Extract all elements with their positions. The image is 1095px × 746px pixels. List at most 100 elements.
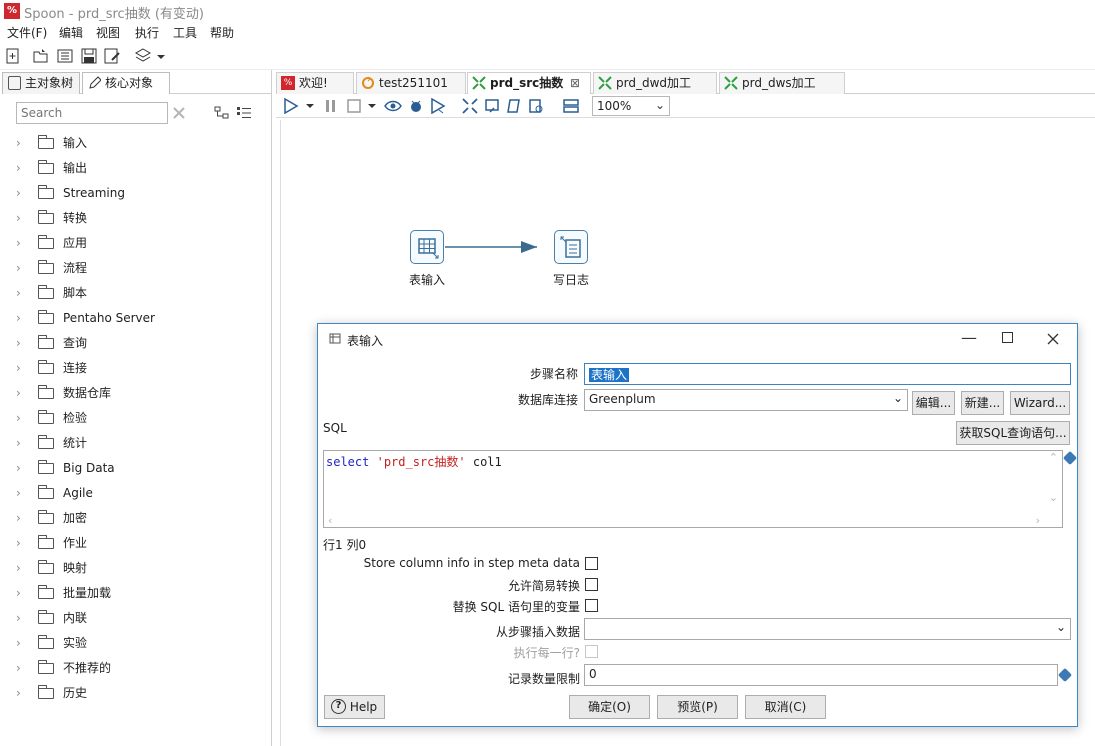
explore-repository-icon[interactable] [56, 47, 74, 65]
chevron-right-icon[interactable]: › [16, 333, 21, 353]
chevron-right-icon[interactable]: › [16, 133, 21, 153]
search-input[interactable] [16, 102, 168, 124]
layers-dropdown-icon[interactable] [156, 47, 166, 65]
chevron-right-icon[interactable]: › [16, 608, 21, 628]
tree-folder-item[interactable]: › 应用 [16, 233, 256, 253]
tree-folder-item[interactable]: › 内联 [16, 608, 256, 628]
menu-edit[interactable]: 编辑 [59, 24, 83, 41]
chevron-right-icon[interactable]: › [16, 208, 21, 228]
chevron-right-icon[interactable]: › [16, 558, 21, 578]
scroll-down-icon[interactable]: ⌄ [1049, 491, 1058, 504]
tree-folder-item[interactable]: › Agile [16, 483, 256, 503]
tree-folder-item[interactable]: › 统计 [16, 433, 256, 453]
preview-eye-icon[interactable] [384, 98, 402, 114]
tree-folder-item[interactable]: › 查询 [16, 333, 256, 353]
tree-folder-item[interactable]: › 作业 [16, 533, 256, 553]
tree-folder-item[interactable]: › 不推荐的 [16, 658, 256, 678]
tree-folder-item[interactable]: › 脚本 [16, 283, 256, 303]
collapse-all-icon[interactable] [236, 106, 252, 120]
chevron-right-icon[interactable]: › [16, 258, 21, 278]
db-connection-select[interactable]: Greenplum ⌄ [584, 389, 908, 411]
tab-core-objects[interactable]: 核心对象 [82, 72, 170, 94]
replace-vars-checkbox[interactable] [585, 599, 598, 612]
tab-main-object-tree[interactable]: 主对象树 [2, 72, 80, 94]
preview-button[interactable]: 预览(P) [657, 695, 738, 719]
tree-folder-item[interactable]: › Big Data [16, 458, 256, 478]
tree-folder-item[interactable]: › 转换 [16, 208, 256, 228]
tab-prd-dws[interactable]: prd_dws加工 [719, 72, 845, 94]
chevron-right-icon[interactable]: › [16, 483, 21, 503]
explore-db-icon[interactable] [528, 98, 544, 114]
chevron-right-icon[interactable]: › [16, 583, 21, 603]
run-dropdown-icon[interactable] [306, 98, 314, 114]
close-icon[interactable] [1047, 333, 1059, 345]
tree-folder-item[interactable]: › 历史 [16, 683, 256, 703]
sql-icon[interactable] [506, 98, 522, 114]
chevron-right-icon[interactable]: › [16, 183, 21, 203]
save-icon[interactable] [80, 47, 98, 65]
tab-prd-dwd[interactable]: prd_dwd加工 [593, 72, 717, 94]
tree-folder-item[interactable]: › 批量加载 [16, 583, 256, 603]
chevron-right-icon[interactable]: › [16, 658, 21, 678]
tree-folder-item[interactable]: › 流程 [16, 258, 256, 278]
tab-test251101[interactable]: test251101 [356, 72, 466, 94]
replay-icon[interactable] [430, 98, 446, 114]
lazy-conversion-checkbox[interactable] [585, 578, 598, 591]
tree-folder-item[interactable]: › 加密 [16, 508, 256, 528]
store-meta-checkbox[interactable] [585, 557, 598, 570]
new-connection-button[interactable]: 新建... [961, 391, 1004, 415]
tree-folder-item[interactable]: › 连接 [16, 358, 256, 378]
impact-icon[interactable] [484, 98, 500, 114]
menu-file[interactable]: 文件(F) [7, 24, 47, 41]
minimize-icon[interactable]: — [961, 328, 977, 347]
menu-help[interactable]: 帮助 [210, 24, 234, 41]
chevron-right-icon[interactable]: › [16, 633, 21, 653]
scroll-left-icon[interactable]: ‹ [328, 514, 332, 527]
maximize-icon[interactable] [1002, 332, 1013, 343]
save-as-icon[interactable] [103, 47, 121, 65]
chevron-right-icon[interactable]: › [16, 308, 21, 328]
verify-icon[interactable] [462, 98, 478, 114]
pause-icon[interactable] [324, 98, 338, 114]
hop-arrow[interactable] [445, 238, 555, 258]
clear-search-icon[interactable] [172, 106, 186, 120]
chevron-right-icon[interactable]: › [16, 508, 21, 528]
tree-folder-item[interactable]: › 输入 [16, 133, 256, 153]
wizard-button[interactable]: Wizard... [1010, 391, 1070, 415]
zoom-select[interactable]: 100% ⌄ [592, 96, 670, 116]
chevron-right-icon[interactable]: › [16, 533, 21, 553]
menu-tools[interactable]: 工具 [173, 24, 197, 41]
tree-folder-item[interactable]: › 实验 [16, 633, 256, 653]
tree-folder-item[interactable]: › 检验 [16, 408, 256, 428]
run-icon[interactable] [283, 98, 299, 114]
help-button[interactable]: ? Help [324, 695, 385, 719]
chevron-right-icon[interactable]: › [16, 358, 21, 378]
menu-view[interactable]: 视图 [96, 24, 120, 41]
tree-folder-item[interactable]: › 映射 [16, 558, 256, 578]
cancel-button[interactable]: 取消(C) [745, 695, 826, 719]
scroll-right-icon[interactable]: › [1036, 514, 1040, 527]
tree-folder-item[interactable]: › Pentaho Server [16, 308, 256, 328]
tab-prd-src[interactable]: prd_src抽数 ⊠ [467, 72, 591, 94]
chevron-right-icon[interactable]: › [16, 283, 21, 303]
tree-folder-item[interactable]: › 数据仓库 [16, 383, 256, 403]
new-file-icon[interactable] [4, 47, 22, 65]
ok-button[interactable]: 确定(O) [569, 695, 650, 719]
step-table-input[interactable] [410, 230, 444, 264]
edit-connection-button[interactable]: 编辑... [912, 391, 955, 415]
stop-icon[interactable] [346, 98, 362, 114]
chevron-right-icon[interactable]: › [16, 433, 21, 453]
expand-all-icon[interactable] [214, 106, 230, 120]
menu-run[interactable]: 执行 [135, 24, 159, 41]
debug-icon[interactable] [408, 98, 424, 114]
open-file-icon[interactable] [32, 47, 50, 65]
chevron-right-icon[interactable]: › [16, 233, 21, 253]
sql-editor[interactable]: select 'prd_src抽数' col1 ⌃ ⌄ ‹ › [323, 450, 1063, 528]
chevron-right-icon[interactable]: › [16, 158, 21, 178]
tree-folder-item[interactable]: › Streaming [16, 183, 256, 203]
chevron-right-icon[interactable]: › [16, 683, 21, 703]
stop-dropdown-icon[interactable] [368, 98, 376, 114]
close-tab-icon[interactable]: ⊠ [570, 73, 580, 93]
get-sql-button[interactable]: 获取SQL查询语句... [956, 421, 1070, 445]
step-name-field[interactable]: 表输入 [584, 363, 1071, 385]
